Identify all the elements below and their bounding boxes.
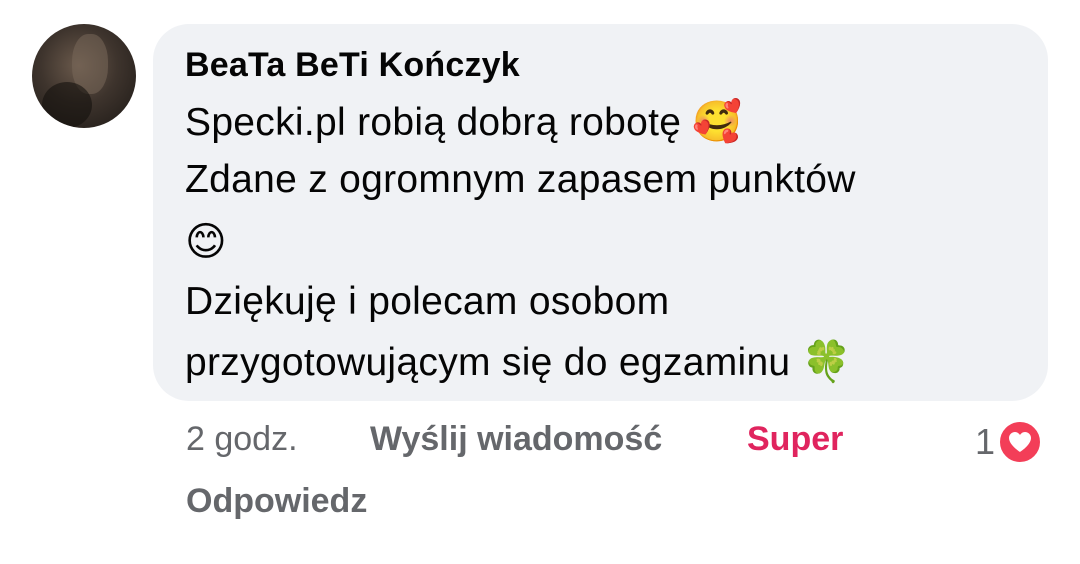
comment-text-line-5: przygotowującym się do egzaminu 🍀 (185, 340, 852, 385)
smiling-face-with-hearts-emoji-icon: 🥰 (692, 100, 743, 144)
reply-button[interactable]: Odpowiedz (186, 482, 367, 521)
avatar-photo-shadow (42, 82, 92, 128)
reaction-button[interactable]: Super (747, 420, 843, 459)
heart-icon-glyph (1009, 432, 1032, 452)
send-message-button[interactable]: Wyślij wiadomość (370, 420, 662, 459)
reaction-count: 1 (975, 421, 996, 462)
comment-text-line-4: Dziękuję i polecam osobom (185, 280, 669, 324)
comment-text: Specki.pl robią dobrą robotę (185, 101, 682, 144)
comment-text: przygotowującym się do egzaminu (185, 341, 791, 384)
comment-text-line-2: Zdane z ogromnym zapasem punktów (185, 158, 856, 202)
comment-text-line-1: Specki.pl robią dobrą robotę 🥰 (185, 100, 742, 145)
comment-text: Zdane z ogromnym zapasem punktów (185, 158, 856, 201)
smiling-face-emoji-icon: 😊 (185, 220, 227, 264)
avatar[interactable] (32, 24, 136, 128)
comment-text-line-3: 😊 (185, 220, 227, 265)
heart-icon (997, 419, 1044, 465)
comment-bubble: BeaTa BeTi Kończyk Specki.pl robią dobrą… (153, 24, 1048, 401)
reaction-summary[interactable]: 1 (975, 418, 1044, 466)
comment-text: Dziękuję i polecam osobom (185, 280, 670, 323)
four-leaf-clover-emoji-icon: 🍀 (801, 340, 852, 384)
comment-timestamp[interactable]: 2 godz. (186, 420, 298, 459)
comment-author-name[interactable]: BeaTa BeTi Kończyk (185, 46, 520, 85)
